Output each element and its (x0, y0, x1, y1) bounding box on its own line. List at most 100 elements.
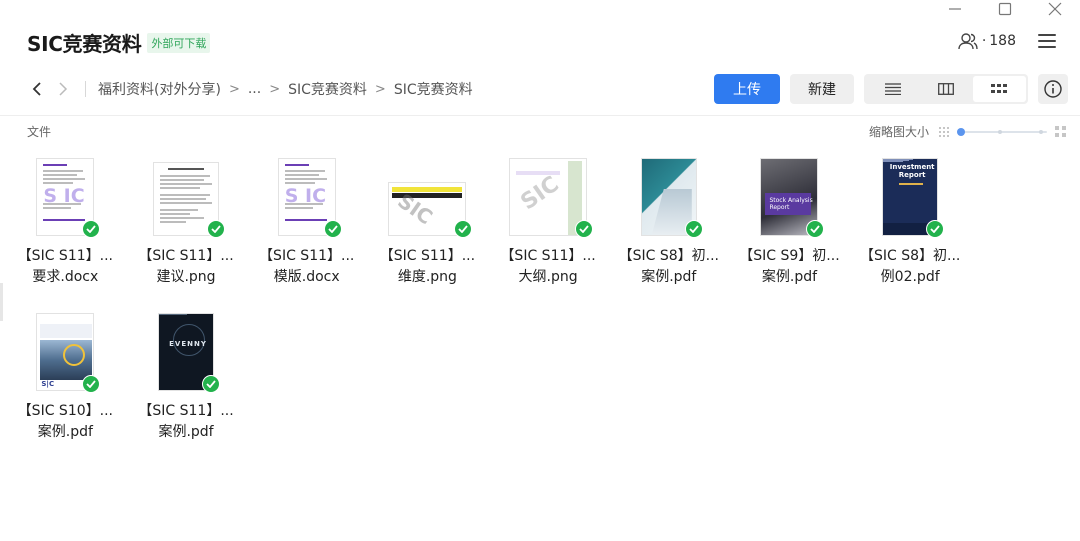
new-button[interactable]: 新建 (790, 74, 854, 104)
file-thumbnail[interactable]: SIC (503, 152, 594, 238)
file-thumbnail[interactable]: SIC (382, 152, 473, 238)
file-name-line2: 建议.png (156, 269, 216, 285)
file-name-line1: 【SIC S11】... (138, 248, 234, 264)
file-name[interactable]: 【SIC S9】初... 案例.pdf (733, 246, 845, 288)
back-button[interactable] (27, 77, 47, 101)
large-grid-icon (1055, 126, 1066, 137)
file-thumbnail[interactable]: Stock Analysis Report (744, 152, 834, 238)
synced-check-icon (454, 220, 473, 238)
file-name-line1: 【SIC S9】初... (739, 248, 840, 264)
menu-icon[interactable] (1038, 34, 1056, 48)
forward-button[interactable] (53, 77, 73, 101)
file-item[interactable]: S IC 【SIC S11】... 模版.docx (246, 152, 367, 307)
toolbar-actions: 上传 新建 (714, 74, 1068, 104)
file-grid: S IC 【SIC S11】... 要求.docx 【SIC S11】... 建… (5, 152, 1080, 462)
file-name-line1: 【SIC S11】... (138, 403, 234, 419)
synced-check-icon (82, 220, 101, 238)
close-icon[interactable] (1030, 0, 1080, 18)
synced-check-icon (82, 375, 101, 393)
file-name[interactable]: 【SIC S8】初... 例02.pdf (854, 246, 966, 288)
file-item[interactable]: SIC 【SIC S11】... 大纲.png (488, 152, 609, 307)
synced-check-icon (207, 220, 226, 238)
file-name[interactable]: 【SIC S11】... 案例.pdf (130, 401, 242, 443)
slider-stop (998, 129, 1002, 134)
file-name-line2: 案例.pdf (641, 269, 697, 285)
small-grid-icon (939, 126, 949, 137)
file-name-line2: 维度.png (397, 269, 457, 285)
download-badge: 外部可下载 (147, 32, 211, 53)
file-item[interactable]: 【SIC S8】初... 案例.pdf (608, 152, 729, 307)
thumb-size-slider[interactable] (957, 126, 1047, 138)
slider-stop (1039, 129, 1043, 134)
synced-check-icon (202, 375, 221, 393)
breadcrumb: 福利资料(对外分享) > ... > SIC竞赛资料 > SIC竞赛资料 (98, 79, 473, 99)
column-view-button[interactable] (919, 76, 972, 102)
file-name-line2: 案例.pdf (158, 424, 214, 440)
file-name-line1: 【SIC S8】初... (618, 248, 719, 264)
breadcrumb-item[interactable]: 福利资料(对外分享) (98, 79, 221, 99)
breadcrumb-current: SIC竞赛资料 (393, 82, 473, 98)
grid-view-icon (991, 84, 1008, 93)
nav-divider (85, 81, 86, 97)
upload-button[interactable]: 上传 (714, 74, 780, 104)
page-title: SIC竞赛资料 (27, 32, 142, 56)
column-view-icon (938, 83, 954, 95)
info-button[interactable] (1038, 74, 1068, 104)
grid-view-button[interactable] (972, 76, 1026, 102)
file-name[interactable]: 【SIC S11】... 大纲.png (492, 246, 604, 288)
window-controls (930, 0, 1080, 18)
file-item[interactable]: S|C 【SIC S10】... 案例.pdf (5, 307, 126, 462)
file-name[interactable]: 【SIC S8】初... 案例.pdf (613, 246, 725, 288)
file-name-line2: 模版.docx (273, 269, 340, 285)
breadcrumb-item[interactable]: SIC竞赛资料 (288, 79, 367, 99)
file-item[interactable]: SIC 【SIC S11】... 维度.png (367, 152, 488, 307)
file-name[interactable]: 【SIC S10】... 案例.pdf (9, 401, 121, 443)
file-item[interactable]: Stock Analysis Report 【SIC S9】初... 案例.pdf (729, 152, 850, 307)
file-thumbnail[interactable]: EVENNY (141, 307, 231, 393)
file-name[interactable]: 【SIC S11】... 模版.docx (251, 246, 363, 288)
list-view-button[interactable] (866, 76, 919, 102)
maximize-icon[interactable] (980, 0, 1030, 18)
file-thumbnail[interactable]: S IC (20, 152, 110, 238)
members-icon (958, 33, 978, 50)
sidebar-resize-handle[interactable] (0, 283, 3, 321)
file-item[interactable]: EVENNY 【SIC S11】... 案例.pdf (126, 307, 247, 462)
synced-check-icon (806, 220, 825, 238)
toolbar-divider (0, 115, 1080, 116)
file-name-line2: 案例.pdf (761, 269, 818, 285)
members-separator: · (981, 33, 987, 49)
members-count: 188 (989, 33, 1016, 49)
file-thumbnail[interactable]: S IC (262, 152, 352, 238)
file-name[interactable]: 【SIC S11】... 维度.png (371, 246, 483, 288)
file-name-line2: 大纲.png (518, 269, 578, 285)
breadcrumb-item[interactable]: ... (248, 81, 261, 97)
breadcrumb-separator-icon: > (228, 81, 240, 97)
slider-track (957, 130, 1047, 133)
file-thumbnail[interactable] (624, 152, 714, 238)
file-name-line2: 例02.pdf (880, 269, 940, 285)
file-name-line2: 案例.pdf (37, 424, 93, 440)
file-thumbnail[interactable] (141, 152, 231, 238)
file-item[interactable]: S IC 【SIC S11】... 要求.docx (5, 152, 126, 307)
file-column-label: 文件 (27, 125, 52, 139)
file-item[interactable]: 【SIC S11】... 建议.png (126, 152, 247, 307)
members-button[interactable]: · 188 (958, 32, 1016, 50)
breadcrumb-separator-icon: > (269, 81, 281, 97)
file-name-line1: 【SIC S11】... (379, 248, 476, 264)
file-name-line1: 【SIC S10】... (17, 403, 113, 419)
chevron-left-icon (32, 82, 41, 96)
list-header: 文件 缩略图大小 (27, 123, 1080, 139)
thumb-size-control: 缩略图大小 (869, 123, 1066, 140)
synced-check-icon (926, 220, 945, 238)
file-name[interactable]: 【SIC S11】... 要求.docx (9, 246, 121, 288)
file-name-line1: 【SIC S11】... (259, 248, 355, 264)
title-bar: SIC竞赛资料 外部可下载 (27, 28, 211, 57)
list-view-icon (884, 83, 901, 95)
breadcrumb-separator-icon: > (374, 81, 386, 97)
file-thumbnail[interactable]: Investment Report (865, 152, 955, 238)
file-name[interactable]: 【SIC S11】... 建议.png (130, 246, 242, 288)
slider-knob[interactable] (957, 127, 965, 136)
minimize-icon[interactable] (930, 0, 980, 18)
file-item[interactable]: Investment Report 【SIC S8】初... 例02.pdf (850, 152, 971, 307)
file-thumbnail[interactable]: S|C (20, 307, 110, 393)
